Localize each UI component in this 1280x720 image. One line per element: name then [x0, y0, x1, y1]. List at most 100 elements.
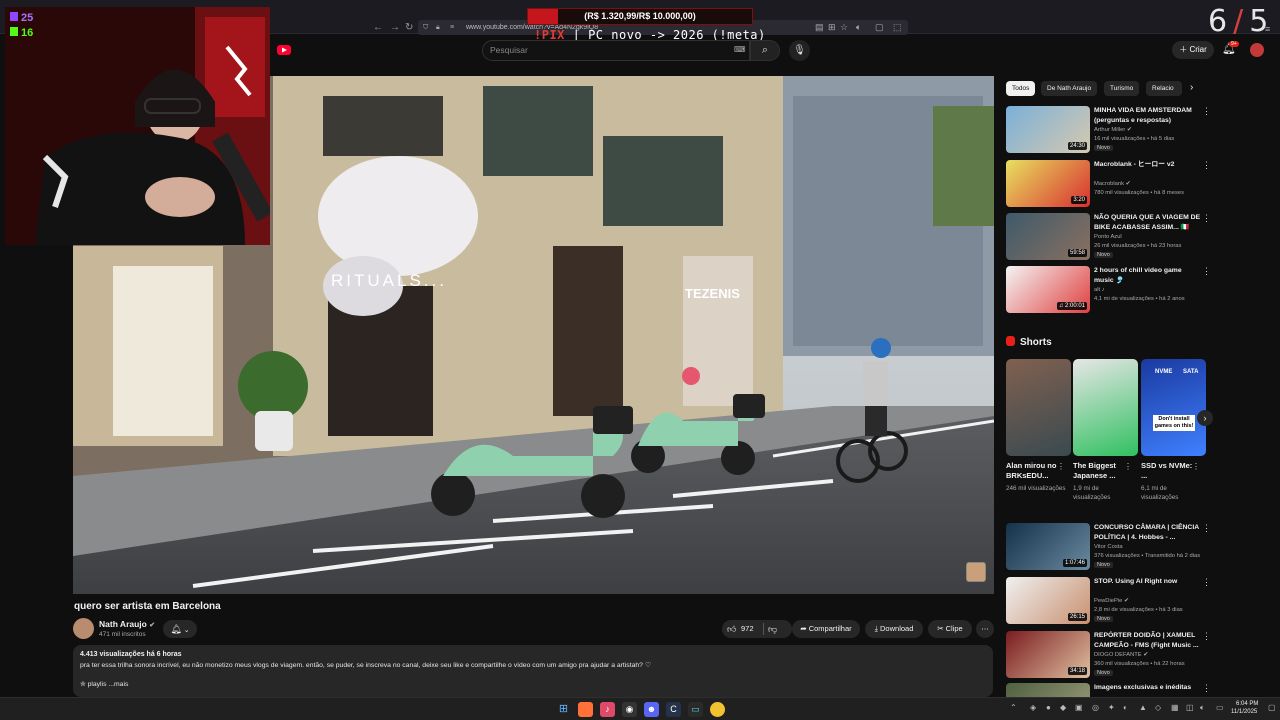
recommendation-channel[interactable]: Arthur Miller ✔ [1094, 127, 1132, 133]
recommendation-channel[interactable]: DIOGO DEFANTE ✔ [1094, 652, 1148, 658]
network-icon[interactable]: ◫ [1186, 703, 1194, 712]
tray-app4-icon[interactable]: ▣ [1075, 703, 1083, 712]
video-thumbnail[interactable]: 26:15 [1006, 577, 1090, 624]
extensions-icon[interactable]: ▢ [875, 20, 884, 35]
tray-chevron-icon[interactable]: ⌃ [1010, 703, 1017, 712]
more-options-icon[interactable]: ⋮ [1124, 462, 1132, 471]
puzzle-icon[interactable]: ⬚ [893, 20, 902, 35]
music-app-icon[interactable]: ♪ [600, 702, 615, 717]
search-input[interactable]: Pesquisar [482, 40, 750, 61]
chip-channel[interactable]: De Nath Araujo [1041, 81, 1098, 96]
short-item[interactable]: NVME SATA Don't install games on this! SSD … [1141, 359, 1206, 502]
video-thumbnail[interactable]: 59:58 [1006, 213, 1090, 260]
recommendation-channel[interactable]: Macroblank ✔ [1094, 181, 1130, 187]
video-thumbnail[interactable] [1006, 683, 1090, 697]
more-options-icon[interactable]: ⋮ [1057, 462, 1065, 471]
short-thumbnail[interactable] [1073, 359, 1138, 456]
windows-start-icon[interactable]: ⊞ [556, 702, 571, 717]
shorts-next-button[interactable]: › [1197, 410, 1213, 426]
recommendation-item[interactable]: 59:58 NÃO QUERIA QUE A VIAGEM DE BIKE ACA… [1006, 213, 1211, 261]
recommendation-item[interactable]: Imagens exclusivas e inéditas ⋮ [1006, 683, 1211, 697]
short-title[interactable]: Alan mirou no BRKsEDU... [1006, 461, 1060, 481]
tray-app10-icon[interactable]: ▦ [1171, 703, 1179, 712]
recommendation-title[interactable]: NÃO QUERIA QUE A VIAGEM DE BIKE ACABASSE… [1094, 213, 1202, 232]
editor-icon[interactable]: C [666, 702, 681, 717]
recommendation-title[interactable]: 2 hours of chill video game music 🎐 [1094, 266, 1202, 285]
short-title[interactable]: The Biggest Japanese ... [1073, 461, 1127, 481]
more-options-icon[interactable]: ⋮ [1202, 523, 1211, 534]
recommendation-channel[interactable]: Vitor Costa [1094, 544, 1123, 550]
battery-icon[interactable]: ▭ [1216, 703, 1224, 712]
bookmark-star-icon[interactable]: ☆ [840, 20, 848, 35]
firefox-icon[interactable] [578, 702, 593, 717]
tray-app-icon[interactable]: ◈ [1030, 703, 1036, 712]
search-button[interactable]: ⌕ [750, 40, 780, 61]
more-options-icon[interactable]: ⋮ [1192, 462, 1200, 471]
recommendation-item[interactable]: 3:20 Macroblank - ヒーロー v2 Macroblank ✔ 780 … [1006, 160, 1211, 208]
description-more-link[interactable]: ✮ playlis ...mais [80, 680, 986, 688]
tray-app6-icon[interactable]: ✦ [1108, 703, 1115, 712]
more-actions-button[interactable]: ⋯ [976, 620, 994, 638]
recommendation-channel[interactable]: alt ♪ [1094, 287, 1105, 293]
tray-app7-icon[interactable]: ◐ [1123, 703, 1128, 712]
recommendation-item[interactable]: 34:18 REPÓRTER DOIDÃO | XAMUEL CAMPEÃO - … [1006, 631, 1211, 679]
video-thumbnail[interactable]: 34:18 [1006, 631, 1090, 678]
like-button[interactable]: 👍︎ [727, 620, 736, 638]
recommendation-item[interactable]: 1:07:46 CONCURSO CÂMARA | CIÊNCIA POLÍTIC… [1006, 523, 1211, 571]
recommendation-title[interactable]: Imagens exclusivas e inéditas [1094, 683, 1202, 693]
short-item[interactable]: Alan mirou no BRKsEDU... 246 mil visualiz… [1006, 359, 1071, 493]
chip-relacionados[interactable]: Relacio [1146, 81, 1182, 96]
chip-todos[interactable]: Todos [1006, 81, 1036, 96]
short-title[interactable]: SSD vs NVMe: ... [1141, 461, 1195, 481]
obs-icon[interactable]: ◉ [622, 702, 637, 717]
chrome-icon[interactable] [710, 702, 725, 717]
create-button[interactable]: ＋ Criar [1172, 41, 1214, 59]
tray-app8-icon[interactable]: ▲ [1139, 703, 1147, 712]
recommendation-item[interactable]: 24:30 MINHA VIDA EM AMSTERDAM (perguntas … [1006, 106, 1211, 154]
recommendation-title[interactable]: STOP. Using AI Right now [1094, 577, 1202, 587]
short-thumbnail[interactable] [1006, 359, 1071, 456]
keyboard-icon[interactable]: ⌨ [734, 45, 746, 54]
more-options-icon[interactable]: ⋮ [1202, 106, 1211, 117]
forward-button[interactable]: → [390, 20, 400, 35]
more-options-icon[interactable]: ⋮ [1202, 631, 1211, 642]
more-options-icon[interactable]: ⋮ [1202, 683, 1211, 694]
description-box[interactable]: 4.413 visualizações há 6 horas pra ter e… [73, 645, 993, 697]
tray-app9-icon[interactable]: ◇ [1155, 703, 1161, 712]
reload-button[interactable]: ↻ [405, 20, 413, 35]
recommendation-title[interactable]: REPÓRTER DOIDÃO | XAMUEL CAMPEÃO - FMS (… [1094, 631, 1202, 650]
dislike-button[interactable]: 👎︎ [768, 620, 777, 638]
recommendation-channel[interactable]: PewDiePie ✔ [1094, 598, 1129, 604]
video-thumbnail[interactable]: 3:20 [1006, 160, 1090, 207]
discord-icon[interactable]: ☻ [644, 702, 659, 717]
short-thumbnail[interactable]: NVME SATA Don't install games on this! [1141, 359, 1206, 456]
account-avatar[interactable] [1250, 43, 1264, 57]
subscription-bell-button[interactable]: 🔔︎ ⌄ [163, 620, 197, 638]
recommendation-item[interactable]: ♫ 2:00:01 2 hours of chill video game mus… [1006, 266, 1211, 314]
recommendation-title[interactable]: MINHA VIDA EM AMSTERDAM (perguntas e res… [1094, 106, 1202, 125]
voice-search-button[interactable]: 🎙︎ [789, 40, 810, 61]
mute-icon[interactable]: 🔈︎ [856, 20, 861, 35]
more-options-icon[interactable]: ⋮ [1202, 160, 1211, 171]
share-button[interactable]: ➦ Compartilhar [792, 620, 860, 638]
reader-icon[interactable]: ▤ [815, 20, 824, 35]
more-options-icon[interactable]: ⋮ [1202, 577, 1211, 588]
more-options-icon[interactable]: ⋮ [1202, 266, 1211, 277]
video-thumbnail[interactable]: 24:30 [1006, 106, 1090, 153]
channel-name[interactable]: Nath Araujo ✔ [99, 619, 155, 629]
download-button[interactable]: ⤓ Download [865, 620, 923, 638]
channel-watermark[interactable] [966, 562, 986, 582]
tray-app2-icon[interactable]: ● [1046, 703, 1051, 712]
youtube-logo-icon[interactable] [276, 42, 292, 58]
recommendation-title[interactable]: Macroblank - ヒーロー v2 [1094, 160, 1202, 170]
recommendation-title[interactable]: CONCURSO CÂMARA | CIÊNCIA POLÍTICA | 4. … [1094, 523, 1202, 542]
translate-icon[interactable]: ⊞ [828, 20, 836, 35]
short-item[interactable]: The Biggest Japanese ... 1,9 mi de visual… [1073, 359, 1138, 502]
tray-app3-icon[interactable]: ◆ [1060, 703, 1066, 712]
video-thumbnail[interactable]: 1:07:46 [1006, 523, 1090, 570]
chip-turismo[interactable]: Turismo [1104, 81, 1140, 96]
terminal-icon[interactable]: ▭ [688, 702, 703, 717]
video-thumbnail[interactable]: ♫ 2:00:01 [1006, 266, 1090, 313]
clip-button[interactable]: ✂ Clipe [928, 620, 972, 638]
volume-icon[interactable]: 🔈︎ [1200, 703, 1205, 713]
